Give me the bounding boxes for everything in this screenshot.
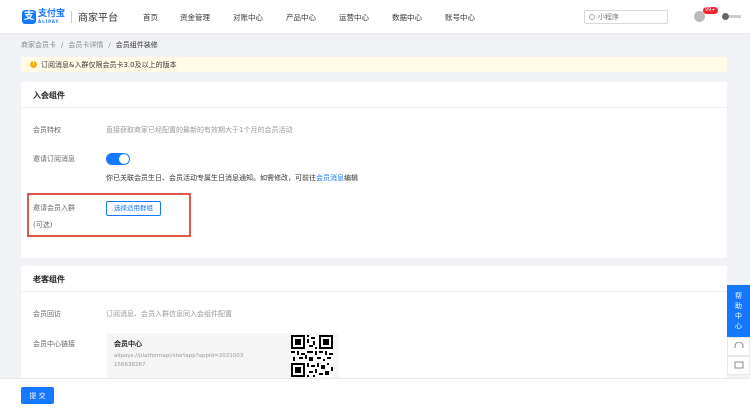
subscribe-note: 你已关联会员生日、会员活动专属生日消息通知。如需修改，可前往会员消息编辑 (106, 173, 358, 183)
toggle-knob (119, 154, 129, 164)
returning-component-card: 老客组件 会员回访 订阅消息、会员入群信息同入会组件配置 会员中心链接 会员中心… (21, 266, 727, 378)
link-title: 会员中心 (114, 340, 142, 348)
user-name-redacted[interactable] (729, 15, 741, 18)
headset-glyph (734, 342, 743, 348)
qr-code-icon (291, 335, 333, 377)
help-center-label: 帮助中心 (735, 292, 742, 330)
notice-text: 订阅消息&入群仅限会员卡3.0及以上的版本 (41, 60, 177, 69)
section-title: 老客组件 (33, 275, 65, 284)
section-title: 入会组件 (33, 91, 65, 100)
breadcrumb-separator: / (108, 41, 111, 49)
submit-button[interactable]: 提 交 (21, 387, 54, 404)
headset-icon[interactable] (727, 337, 750, 356)
main-nav: 首页 资金管理 对账中心 产品中心 运营中心 数据中心 账号中心 (143, 12, 485, 23)
feedback-icon[interactable] (727, 356, 750, 375)
footer-bar: 提 交 (0, 378, 750, 413)
revisit-desc: 订阅消息、会员入群信息同入会组件配置 (106, 310, 232, 318)
breadcrumb: 商家会员卡 / 会员卡详情 / 会员组件装修 (21, 40, 158, 50)
logo-divider (71, 10, 73, 23)
top-navbar: 支 支付宝 ALIPAY 商家平台 首页 资金管理 对账中心 产品中心 运营中心… (0, 0, 750, 34)
divider (21, 107, 727, 108)
member-center-link-box: 会员中心 alipays://platformapi/startapp?appI… (107, 333, 339, 378)
notification-badge: 99+ (703, 7, 718, 14)
link-url[interactable]: alipays://platformapi/startapp?appId=202… (114, 352, 246, 370)
breadcrumb-separator: / (61, 41, 64, 49)
group-label: 邀请会员入群 (33, 204, 75, 212)
alipay-logo-icon: 支 (22, 9, 36, 24)
help-center-tab[interactable]: 帮助中心 (727, 285, 750, 337)
subscribe-note-tail: 编辑 (344, 174, 358, 182)
subscribe-note-text: 你已关联会员生日、会员活动专属生日消息通知。如需修改，可前往 (106, 174, 316, 182)
platform-name: 商家平台 (78, 13, 119, 24)
nav-item-account[interactable]: 账号中心 (445, 12, 485, 23)
join-component-card: 入会组件 会员特权 直接获取商家已经配置的最新的有效期大于1个月的会员活动 邀请… (21, 82, 727, 258)
divider (21, 291, 727, 292)
brand-name-text: 支付宝 (38, 9, 66, 19)
nav-item-data[interactable]: 数据中心 (392, 12, 445, 23)
privilege-label: 会员特权 (33, 126, 61, 134)
nav-item-operations[interactable]: 运营中心 (339, 12, 392, 23)
breadcrumb-item-card-detail[interactable]: 会员卡详情 (68, 41, 103, 49)
brand-sub: ALIPAY (38, 19, 60, 24)
subscribe-label: 邀请订阅消息 (33, 155, 75, 163)
nav-item-home[interactable]: 首页 (143, 12, 180, 23)
subscribe-toggle[interactable] (106, 153, 130, 165)
privilege-desc: 直接获取商家已经配置的最新的有效期大于1个月的会员活动 (106, 126, 293, 134)
member-center-link-label: 会员中心链接 (33, 340, 75, 348)
member-message-link[interactable]: 会员消息 (316, 174, 344, 182)
nav-item-reconciliation[interactable]: 对账中心 (233, 12, 286, 23)
breadcrumb-item-member-card[interactable]: 商家会员卡 (21, 41, 56, 49)
avatar[interactable] (722, 13, 729, 20)
search-input[interactable] (598, 13, 666, 21)
warning-icon: ! (30, 61, 37, 68)
nav-item-funds[interactable]: 资金管理 (180, 12, 233, 23)
revisit-label: 会员回访 (33, 310, 61, 318)
select-group-button[interactable]: 选择适用群组 (106, 201, 161, 216)
brand-name: 支付宝 ALIPAY (38, 9, 65, 24)
group-optional-label: (可选) (33, 221, 53, 229)
version-notice: ! 订阅消息&入群仅限会员卡3.0及以上的版本 (21, 57, 727, 72)
feedback-glyph (734, 361, 743, 369)
breadcrumb-current: 会员组件装修 (115, 41, 158, 49)
alipay-logo[interactable]: 支 支付宝 ALIPAY 商家平台 (22, 9, 118, 24)
search-icon (589, 14, 595, 20)
nav-item-products[interactable]: 产品中心 (286, 12, 339, 23)
search-box[interactable] (584, 10, 668, 24)
